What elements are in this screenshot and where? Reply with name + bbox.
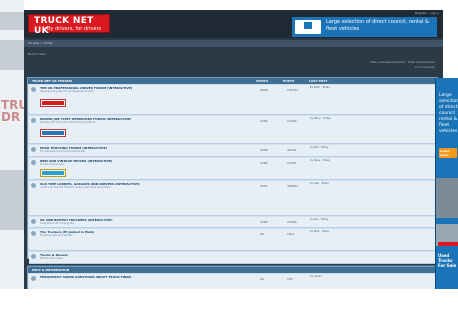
- post-count: 1011: [287, 232, 295, 236]
- help-forum-list: HELP & INFORMATION FREQUENTLY ASKED QUES…: [27, 266, 438, 289]
- forum-status-icon: [31, 219, 36, 224]
- help-forum-header: HELP & INFORMATION: [28, 267, 437, 273]
- last-post[interactable]: by Rob · Today: [310, 146, 410, 149]
- post-count: 11430: [287, 119, 297, 123]
- forum-row[interactable]: FREQUENTLY ASKED QUESTIONS ABOUT TRUCK F…: [29, 274, 436, 289]
- forum-description: A place for the old timers to share memo…: [40, 186, 111, 189]
- topic-count: 1082: [260, 220, 268, 224]
- sponsor-badge[interactable]: [40, 99, 66, 107]
- last-post[interactable]: by Mick · Today: [310, 230, 410, 233]
- forum-row[interactable]: EURO TRUCKING FORUM (INTERACTIVE) For di…: [29, 145, 436, 157]
- last-post[interactable]: by Dave · Today: [310, 159, 410, 162]
- topic-count: 1282: [260, 161, 268, 165]
- post-count: 27049: [287, 220, 297, 224]
- topic-count: 2001: [260, 184, 268, 188]
- post-count: 155312: [287, 88, 299, 92]
- ghost-text: DR: [1, 110, 21, 124]
- forum-status-icon: [31, 87, 36, 92]
- forum-row[interactable]: UK AND BRITISH TRUCKERS (INTERACTIVE) Ch…: [29, 217, 436, 228]
- sponsor-badge[interactable]: [40, 169, 66, 177]
- col-last-post: LAST POST: [309, 79, 328, 83]
- logo-tagline: By drivers, for drivers: [47, 26, 102, 32]
- forum-page: TRUCK NET UK By drivers, for drivers Reg…: [24, 10, 443, 289]
- topic-count: 84: [260, 232, 264, 236]
- learn-more-label: Learn more: [440, 149, 450, 157]
- sidebar-ad-text: Large selection of direct council rental…: [439, 93, 458, 134]
- ghost-block: [0, 12, 24, 30]
- last-post[interactable]: by Harry · Today: [310, 117, 410, 120]
- topic-count: 1084: [260, 119, 268, 123]
- breadcrumb-link[interactable]: Board index: [28, 52, 46, 56]
- forum-row[interactable]: NEW AND VINTAGE TRUCKS (INTERACTIVE) Tru…: [29, 158, 436, 180]
- last-post[interactable]: by Alec · Today: [310, 182, 410, 185]
- forum-status-icon: [31, 254, 36, 259]
- last-post[interactable]: by Admin: [310, 275, 410, 278]
- breadcrumb: Board index: [24, 50, 443, 58]
- help-forum-title: HELP & INFORMATION: [32, 268, 70, 272]
- topic-count: 4896: [260, 88, 268, 92]
- forum-description: Photos and videos: [40, 257, 63, 260]
- site-header: TRUCK NET UK By drivers, for drivers Reg…: [24, 10, 443, 38]
- post-count: 40432: [287, 148, 297, 152]
- forum-status-icon: [31, 276, 36, 281]
- forum-status-icon: [31, 231, 36, 236]
- forum-list-header: TRUCK NET UK FORUMS TOPICS POSTS LAST PO…: [28, 78, 437, 84]
- forum-description: Trucks old and new: [40, 163, 64, 166]
- forum-description: Trucking news and banter: [40, 234, 73, 237]
- forum-status-icon: [31, 183, 36, 188]
- forum-title[interactable]: FREQUENTLY ASKED QUESTIONS ABOUT TRUCK F…: [40, 275, 131, 279]
- sale-flag: [438, 242, 458, 246]
- post-count: 19431: [287, 161, 297, 165]
- forum-row[interactable]: OLD TIME LORRIES, GARAGES AND DRIVERS (I…: [29, 181, 436, 216]
- forum-description: General discussion for professional driv…: [40, 90, 94, 93]
- forum-status-icon: [31, 147, 36, 152]
- sidebar-ad-footer: Used Trucks For Sale: [438, 253, 457, 268]
- ad-text: Large selection of direct council, renta…: [326, 19, 429, 32]
- tools-links[interactable]: View unanswered posts · View active topi…: [370, 60, 435, 64]
- header-links[interactable]: Register · Log in: [415, 11, 439, 15]
- ad-logo-icon: [295, 20, 321, 34]
- header-banner-ad[interactable]: Large selection of direct council, renta…: [292, 17, 437, 37]
- forum-row[interactable]: DRIVER JOB FLEET OPERATORS FORUM (INTERA…: [29, 116, 436, 144]
- col-posts: POSTS: [283, 79, 295, 83]
- forum-description: Chat about UK trucking life: [40, 222, 74, 225]
- last-post[interactable]: by Ken · Today: [310, 218, 410, 221]
- forum-row[interactable]: The Truckers (Hi Jacked in Main) Truckin…: [29, 229, 436, 251]
- forum-description: For discussing all things continental: [40, 150, 85, 153]
- forum-row[interactable]: THE UK PROFESSIONAL DRIVER FORUM [INTERA…: [29, 85, 436, 115]
- nav-label[interactable]: Forums > Home: [28, 41, 52, 45]
- forum-row[interactable]: Trucks & Diesels Photos and videos: [29, 252, 436, 264]
- tools-row: View unanswered posts · View active topi…: [24, 59, 443, 69]
- ghost-block: [0, 170, 24, 230]
- nav-bar: Forums > Home: [24, 40, 443, 47]
- background-page-edge: TRU DR: [0, 0, 24, 289]
- forum-status-icon: [31, 160, 36, 165]
- post-count: 356041: [287, 184, 299, 188]
- current-time: It is currently: [415, 65, 435, 69]
- forum-description: Discuss the driver job market and operat…: [40, 121, 96, 124]
- truck-photo: [436, 178, 458, 218]
- last-post[interactable]: by Kitch · Today: [310, 86, 410, 89]
- ghost-block: [0, 40, 24, 70]
- col-forum: TRUCK NET UK FORUMS: [32, 79, 73, 83]
- topic-count: 2080: [260, 148, 268, 152]
- forum-status-icon: [31, 118, 36, 123]
- site-logo[interactable]: TRUCK NET UK By drivers, for drivers: [28, 14, 110, 36]
- forum-list: TRUCK NET UK FORUMS TOPICS POSTS LAST PO…: [27, 77, 438, 271]
- sidebar-ad[interactable]: Large selection of direct council rental…: [435, 78, 458, 289]
- learn-more-button[interactable]: Learn more: [439, 148, 457, 158]
- sponsor-badge[interactable]: [40, 129, 66, 137]
- topic-count: 26: [260, 277, 264, 281]
- col-topics: TOPICS: [256, 79, 269, 83]
- post-count: 165: [287, 277, 293, 281]
